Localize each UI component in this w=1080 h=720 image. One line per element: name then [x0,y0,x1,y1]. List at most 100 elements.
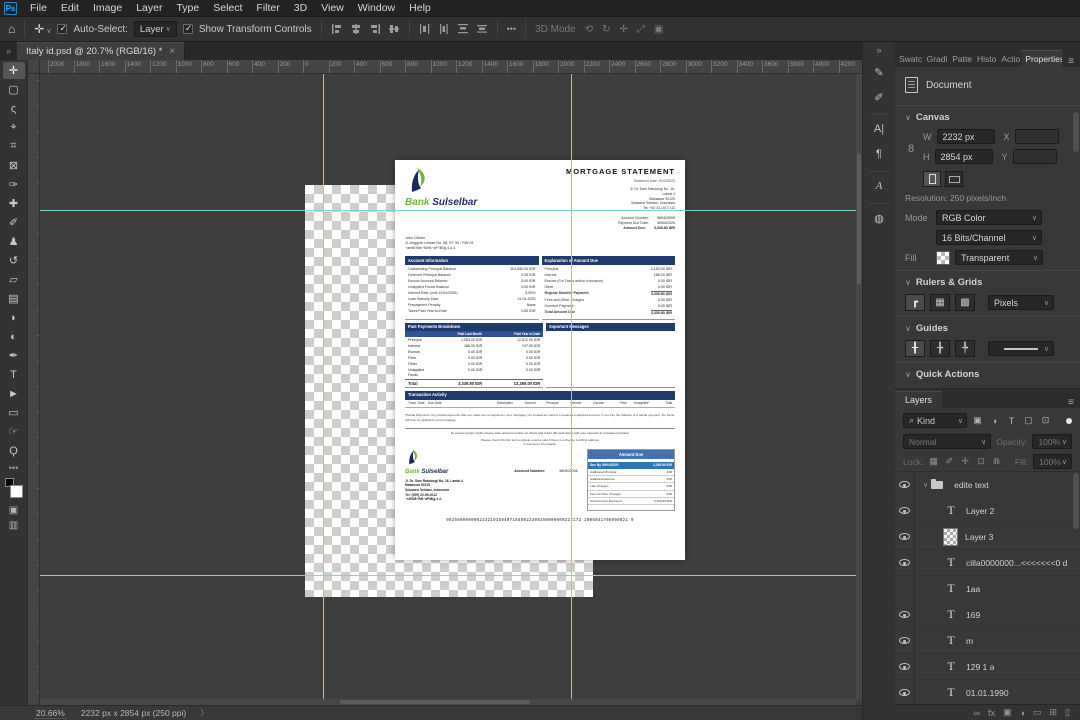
layers-scrollbar[interactable] [1073,473,1079,529]
fill-swatch[interactable] [936,250,950,265]
vertical-ruler[interactable] [28,74,40,705]
marquee-tool[interactable]: ▢ [3,81,25,98]
distribute-center-icon[interactable] [438,23,450,35]
edit-toolbar-icon[interactable]: ••• [9,463,18,473]
gradient-tool[interactable]: ▤ [3,290,25,307]
character-panel-icon[interactable]: A| [867,118,891,140]
layer-row[interactable]: ∨ edite text [895,472,1080,498]
layer-row[interactable]: ∨ T 01.01.1990 [895,680,1080,704]
rulers-grids-section-header[interactable]: ∨ Rulers & Grids [905,277,1070,288]
menu-image[interactable]: Image [86,0,129,16]
tab-gradients[interactable]: Gradi [923,51,949,67]
show-transform-checkbox[interactable] [182,23,193,34]
background-color-swatch[interactable] [9,485,23,498]
clone-stamp-tool[interactable]: ♟ [3,233,25,250]
landscape-orientation-button[interactable] [945,171,963,187]
guides-section-header[interactable]: ∨ Guides [905,323,1070,334]
color-mode-dropdown[interactable]: RGB Color [936,210,1042,225]
lock-pixels-icon[interactable]: ✐ [944,456,955,467]
healing-brush-tool[interactable]: ✚ [3,195,25,212]
horizontal-ruler[interactable]: 2000 1800 1600 1400 1200 1000 800 600 400 200 0 200… [40,60,862,74]
visibility-toggle-icon[interactable] [895,602,915,627]
collapse-toolbar-icon[interactable]: » [0,46,17,56]
new-layer-icon[interactable]: ⊞ [1050,707,1058,718]
move-tool-icon[interactable]: ✛ ∨ [34,22,51,36]
expand-panels-icon[interactable]: » [876,45,881,55]
menu-window[interactable]: Window [351,0,402,16]
pen-tool[interactable]: ✒ [3,347,25,364]
layer-row[interactable]: ∨ Layer 3 [895,524,1080,550]
adjustment-layer-icon[interactable]: ◑ [1020,708,1025,718]
ruler-corner[interactable] [28,60,40,74]
visibility-toggle-icon[interactable] [895,498,915,523]
lock-transparency-icon[interactable]: ▦ [928,456,939,467]
horizontal-guide[interactable] [40,210,862,211]
home-icon[interactable]: ⌂ [8,22,15,36]
toggle-guides-icon[interactable]: ╂ [905,340,925,357]
move-tool[interactable]: ✛ [2,62,25,79]
visibility-toggle-icon[interactable] [895,524,915,549]
rectangle-tool[interactable]: ▭ [3,404,25,421]
brush-settings-icon[interactable]: ✎ [867,61,891,83]
glyphs-panel-icon[interactable]: A [867,175,891,197]
auto-select-target-dropdown[interactable]: Layer ∨ [133,21,177,37]
layer-mask-icon[interactable]: ▣ [1003,707,1012,718]
layer-row[interactable]: ∨ T m [895,628,1080,654]
document-tab[interactable]: Italy id.psd @ 20.7% (RGB/16) * × [17,42,186,60]
history-brush-tool[interactable]: ↺ [3,252,25,269]
filter-toggle-icon[interactable] [1066,417,1072,424]
link-layers-icon[interactable]: ∞ [974,708,980,718]
statement-document[interactable]: Bank Sulselbar MORTGAGE STATEMENT Statem… [395,160,685,560]
layer-row[interactable]: ∨ T 169 [895,602,1080,628]
new-group-icon[interactable]: ▭ [1033,707,1042,718]
vertical-guide[interactable] [571,74,572,705]
close-tab-icon[interactable]: × [169,46,175,57]
lasso-tool[interactable]: ς [3,100,25,117]
screen-mode-icon[interactable]: ▥ [9,520,18,531]
lock-guides-icon[interactable]: ╊ [930,340,950,357]
properties-scrollbar[interactable] [1073,112,1079,152]
align-middle-icon[interactable] [388,23,400,35]
visibility-toggle-icon[interactable] [895,680,915,704]
menu-type[interactable]: Type [169,0,206,16]
visibility-toggle-icon[interactable] [895,654,915,679]
clear-guides-icon[interactable]: ╄ [955,340,975,357]
menu-file[interactable]: File [23,0,54,16]
visibility-toggle-icon[interactable] [895,576,915,601]
canvas-y-field[interactable] [1012,149,1057,164]
object-selection-tool[interactable]: ⌖ [3,119,25,136]
toggle-rulers-icon[interactable]: ┏ [905,294,925,311]
more-options-icon[interactable]: ••• [507,24,516,34]
layers-tab[interactable]: Layers [895,391,943,408]
distribute-bottom-icon[interactable] [476,23,488,35]
layer-row[interactable]: ∨ T 1aa [895,576,1080,602]
toggle-pixel-grid-icon[interactable]: ▩ [955,294,975,311]
visibility-toggle-icon[interactable] [895,628,915,653]
eyedropper-tool[interactable]: ✑ [3,176,25,193]
blend-mode-dropdown[interactable]: Normal [903,434,992,449]
layer-row[interactable]: ∨ T Layer 2 [895,498,1080,524]
filter-adjustment-layers-icon[interactable]: ◑ [988,416,1001,426]
align-right-icon[interactable] [369,23,381,35]
toggle-grid-icon[interactable]: ▦ [930,294,950,311]
portrait-orientation-button[interactable] [923,171,941,187]
layer-row[interactable]: ∨ T cilla0000000...<<<<<<<0 d [895,550,1080,576]
quick-mask-icon[interactable]: ▣ [9,505,18,516]
align-center-icon[interactable] [350,23,362,35]
blur-tool[interactable]: ◗ [3,309,25,326]
layer-effects-icon[interactable]: fx [988,708,995,718]
zoom-level-field[interactable]: 20.66% [34,708,67,719]
auto-select-checkbox[interactable] [57,23,68,34]
guide-style-dropdown[interactable] [988,341,1054,356]
eraser-tool[interactable]: ▱ [3,271,25,288]
3d-roll-icon[interactable]: ↻ [602,24,610,35]
align-left-icon[interactable] [331,23,343,35]
menu-layer[interactable]: Layer [129,0,169,16]
dodge-tool[interactable]: ◐ [3,328,25,345]
fill-dropdown[interactable]: Transparent [955,250,1043,265]
pasteboard[interactable]: Bank Sulselbar MORTGAGE STATEMENT Statem… [40,74,862,705]
menu-help[interactable]: Help [402,0,438,16]
3d-camera-icon[interactable]: ▣ [654,24,663,35]
visibility-toggle-icon[interactable] [895,550,915,575]
quick-actions-section-header[interactable]: ∨ Quick Actions [905,369,1070,380]
